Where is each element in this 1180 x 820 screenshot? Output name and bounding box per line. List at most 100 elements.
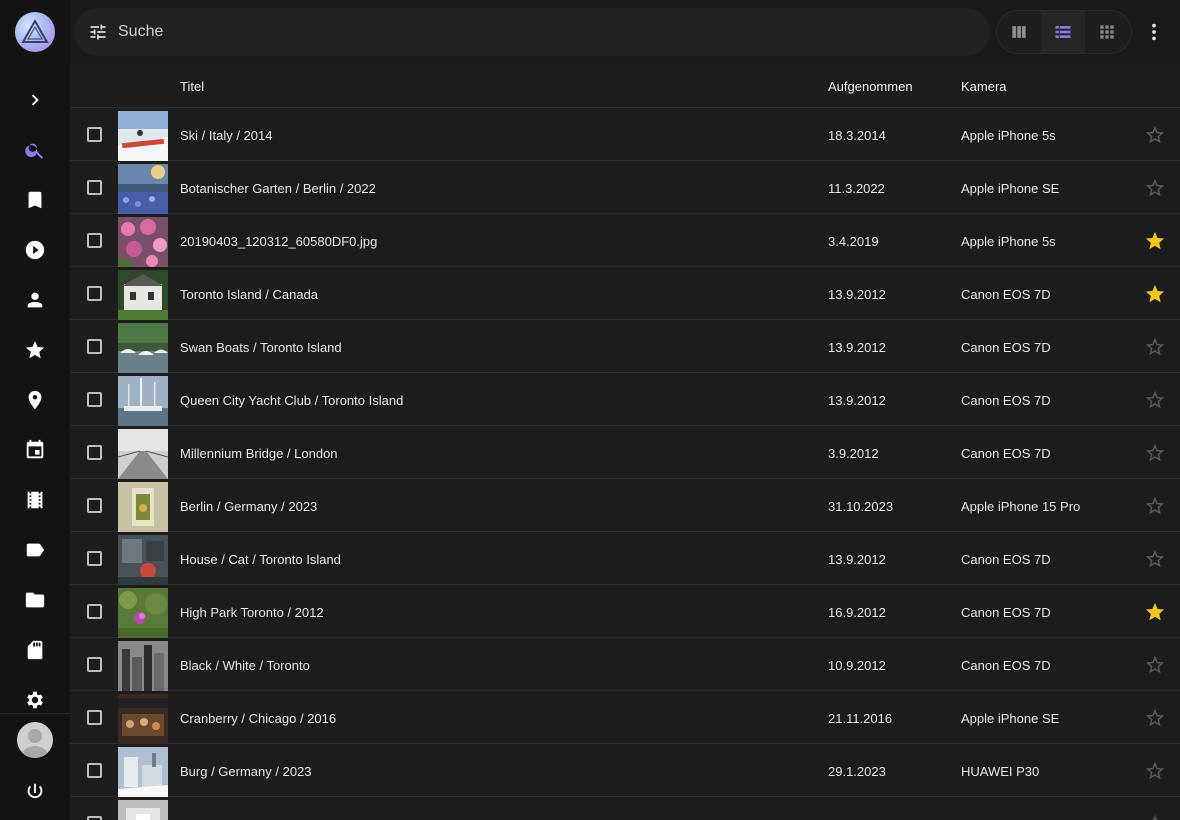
photo-date: 13.9.2012 <box>828 393 886 408</box>
column-header-camera[interactable]: Kamera <box>961 79 1007 94</box>
photo-title[interactable]: Cranberry / Chicago / 2016 <box>180 711 336 726</box>
logout-button[interactable] <box>0 767 70 817</box>
search-input[interactable] <box>118 18 968 46</box>
photo-date: 13.9.2012 <box>828 287 886 302</box>
table-row[interactable]: 20190403_120312_60580DF0.jpg 3.4.2019 Appl… <box>70 214 1180 267</box>
row-checkbox[interactable] <box>87 233 102 248</box>
row-checkbox[interactable] <box>87 392 102 407</box>
table-row[interactable]: Cranberry / Chicago / 2016 21.11.2016 Appl… <box>70 691 1180 744</box>
sidebar-item-search[interactable] <box>0 125 70 175</box>
photo-thumbnail[interactable] <box>118 323 168 373</box>
photo-title[interactable]: House / Cat / Toronto Island <box>180 552 341 567</box>
photo-thumbnail[interactable] <box>118 694 168 744</box>
photo-title[interactable]: Ski / Italy / 2014 <box>180 128 273 143</box>
photo-thumbnail[interactable] <box>118 747 168 797</box>
view-mosaic-button[interactable] <box>1085 11 1129 53</box>
favorite-toggle-button[interactable] <box>1144 813 1166 820</box>
avatar[interactable] <box>17 722 53 758</box>
photo-thumbnail[interactable] <box>118 164 168 214</box>
favorite-toggle-button[interactable] <box>1144 654 1166 676</box>
column-header-taken[interactable]: Aufgenommen <box>828 79 913 94</box>
sidebar-item-albums[interactable] <box>0 175 70 225</box>
person-icon <box>27 292 43 308</box>
favorite-toggle-button[interactable] <box>1144 495 1166 517</box>
row-checkbox[interactable] <box>87 286 102 301</box>
table-row[interactable]: Toronto Island / Canada 13.9.2012 Canon EO… <box>70 267 1180 320</box>
sidebar-item-folders[interactable] <box>0 575 70 625</box>
photo-thumbnail[interactable] <box>118 270 168 320</box>
sidebar-item-library[interactable] <box>0 625 70 675</box>
row-checkbox[interactable] <box>87 657 102 672</box>
table-row[interactable]: Ski / Italy / 2014 18.3.2014 Apple iPhone … <box>70 108 1180 161</box>
sidebar-item-settings[interactable] <box>0 675 70 725</box>
table-row[interactable]: Burg / Germany / 2023 29.1.2023 HUAWEI P30 <box>70 744 1180 797</box>
table-row[interactable]: High Park Toronto / 2012 16.9.2012 Canon E… <box>70 585 1180 638</box>
favorite-toggle-button[interactable] <box>1144 283 1166 305</box>
photo-thumbnail[interactable] <box>118 217 168 267</box>
sidebar-expand-button[interactable] <box>0 75 70 125</box>
row-checkbox[interactable] <box>87 816 102 820</box>
sidebar-item-videos[interactable] <box>0 225 70 275</box>
more-menu-button[interactable] <box>1142 16 1166 48</box>
favorite-toggle-button[interactable] <box>1144 177 1166 199</box>
photo-title[interactable]: 20190403_120312_60580DF0.jpg <box>180 234 377 249</box>
table-row[interactable]: Queen City Yacht Club / Toronto Island 13… <box>70 373 1180 426</box>
row-checkbox[interactable] <box>87 604 102 619</box>
photo-title[interactable]: Queen City Yacht Club / Toronto Island <box>180 393 403 408</box>
table-row[interactable]: Millennium Bridge / London 3.9.2012 Canon … <box>70 426 1180 479</box>
view-cards-button[interactable] <box>997 11 1041 53</box>
photo-title[interactable]: Botanischer Garten / Berlin / 2022 <box>180 181 376 196</box>
favorite-toggle-button[interactable] <box>1144 230 1166 252</box>
sidebar-item-labels[interactable] <box>0 525 70 575</box>
photo-thumbnail[interactable] <box>118 429 168 479</box>
sidebar-item-people[interactable] <box>0 275 70 325</box>
favorite-toggle-button[interactable] <box>1144 124 1166 146</box>
photo-thumbnail[interactable] <box>118 376 168 426</box>
view-list-button[interactable] <box>1041 11 1085 53</box>
photo-thumbnail[interactable] <box>118 111 168 161</box>
row-checkbox[interactable] <box>87 445 102 460</box>
photo-thumbnail[interactable] <box>118 588 168 638</box>
photo-title[interactable]: Millennium Bridge / London <box>180 446 338 461</box>
favorite-toggle-button[interactable] <box>1144 389 1166 411</box>
photo-title[interactable]: Black / White / Toronto <box>180 658 310 673</box>
sidebar-item-moments[interactable] <box>0 475 70 525</box>
sidebar-item-calendar[interactable] <box>0 425 70 475</box>
favorite-toggle-button[interactable] <box>1144 707 1166 729</box>
sidebar-item-places[interactable] <box>0 375 70 425</box>
star-outline-icon <box>1145 549 1165 568</box>
table-row[interactable]: Botanischer Garten / Berlin / 2022 11.3.2… <box>70 161 1180 214</box>
photo-thumbnail[interactable] <box>118 800 168 820</box>
table-row[interactable] <box>70 797 1180 820</box>
photo-camera: Canon EOS 7D <box>961 340 1051 355</box>
photo-thumbnail[interactable] <box>118 535 168 585</box>
photo-title[interactable]: Berlin / Germany / 2023 <box>180 499 317 514</box>
photo-title[interactable]: High Park Toronto / 2012 <box>180 605 324 620</box>
photo-title[interactable]: Toronto Island / Canada <box>180 287 318 302</box>
row-checkbox[interactable] <box>87 339 102 354</box>
row-checkbox[interactable] <box>87 127 102 142</box>
favorite-toggle-button[interactable] <box>1144 760 1166 782</box>
sidebar-item-favorites[interactable] <box>0 325 70 375</box>
table-row[interactable]: Swan Boats / Toronto Island 13.9.2012 Cano… <box>70 320 1180 373</box>
row-checkbox[interactable] <box>87 180 102 195</box>
favorite-toggle-button[interactable] <box>1144 548 1166 570</box>
table-row[interactable]: Black / White / Toronto 10.9.2012 Canon EO… <box>70 638 1180 691</box>
row-checkbox[interactable] <box>87 551 102 566</box>
photo-title[interactable]: Burg / Germany / 2023 <box>180 764 312 779</box>
filter-toggle-button[interactable] <box>88 22 108 42</box>
row-checkbox[interactable] <box>87 498 102 513</box>
favorite-toggle-button[interactable] <box>1144 601 1166 623</box>
column-header-title[interactable]: Titel <box>180 79 204 94</box>
favorite-toggle-button[interactable] <box>1144 336 1166 358</box>
row-checkbox[interactable] <box>87 763 102 778</box>
label-icon <box>26 543 45 557</box>
row-checkbox[interactable] <box>87 710 102 725</box>
photo-thumbnail[interactable] <box>118 482 168 532</box>
favorite-toggle-button[interactable] <box>1144 442 1166 464</box>
photo-thumbnail[interactable] <box>118 641 168 691</box>
app-logo[interactable] <box>15 12 55 52</box>
table-row[interactable]: Berlin / Germany / 2023 31.10.2023 Apple i… <box>70 479 1180 532</box>
table-row[interactable]: House / Cat / Toronto Island 13.9.2012 Can… <box>70 532 1180 585</box>
photo-title[interactable]: Swan Boats / Toronto Island <box>180 340 342 355</box>
